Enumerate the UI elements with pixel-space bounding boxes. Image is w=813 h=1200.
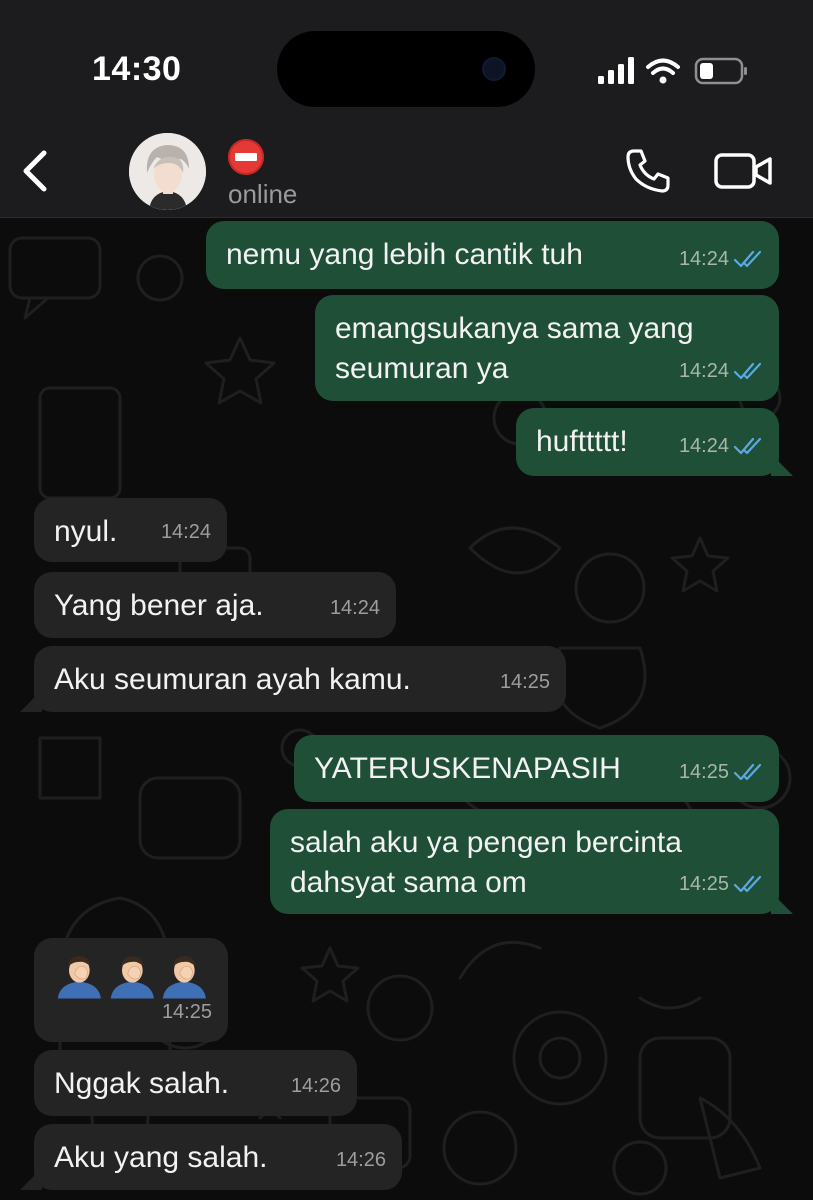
voice-call-button[interactable] bbox=[624, 147, 672, 195]
read-receipt-icon bbox=[733, 250, 762, 268]
chevron-left-icon bbox=[23, 150, 47, 192]
message-text: nyul. bbox=[54, 515, 118, 548]
outgoing-message-bubble[interactable]: emangsukanya sama yang seumuran ya 14:24 bbox=[315, 295, 779, 401]
message-meta: 14:24 bbox=[679, 426, 763, 466]
cellular-signal-icon bbox=[598, 57, 634, 84]
chat-screen: 14:30 online nemu yang lebih cantik tuh … bbox=[0, 0, 813, 1200]
message-text: salah aku ya pengen bercinta dahsyat sam… bbox=[290, 826, 682, 899]
message-meta: 14:25 bbox=[679, 864, 763, 904]
video-camera-icon bbox=[714, 153, 772, 189]
message-time: 14:24 bbox=[329, 597, 380, 619]
phone-icon bbox=[626, 149, 670, 193]
incoming-message-bubble[interactable]: Aku yang salah. 14:26 bbox=[34, 1124, 402, 1190]
read-receipt-icon bbox=[733, 763, 762, 781]
battery-icon bbox=[694, 57, 747, 85]
status-time: 14:30 bbox=[92, 50, 182, 88]
message-meta: 14:26 bbox=[291, 1066, 341, 1106]
outgoing-message-bubble[interactable]: nemu yang lebih cantik tuh 14:24 bbox=[206, 221, 779, 289]
message-time: 14:25 bbox=[499, 671, 550, 693]
message-meta: 14:24 bbox=[330, 588, 380, 628]
message-text: nemu yang lebih cantik tuh bbox=[226, 238, 583, 271]
message-meta: 14:24 bbox=[679, 239, 763, 279]
message-meta: 14:25 bbox=[162, 992, 212, 1032]
wifi-icon bbox=[646, 58, 680, 84]
message-meta: 14:26 bbox=[336, 1140, 386, 1180]
man-facepalming-emoji bbox=[110, 956, 154, 999]
message-time: 14:26 bbox=[335, 1149, 386, 1171]
video-call-button[interactable] bbox=[714, 150, 774, 192]
contact-status: online bbox=[228, 179, 298, 209]
back-button[interactable] bbox=[18, 147, 54, 195]
status-bar: 14:30 bbox=[0, 0, 813, 125]
incoming-message-bubble[interactable]: Aku seumuran ayah kamu. 14:25 bbox=[34, 646, 566, 712]
message-time: 14:24 bbox=[678, 360, 729, 382]
incoming-message-bubble[interactable]: Yang bener aja. 14:24 bbox=[34, 572, 396, 638]
message-meta: 14:25 bbox=[500, 662, 550, 702]
read-receipt-icon bbox=[733, 875, 762, 893]
message-time: 14:25 bbox=[161, 1001, 212, 1023]
message-time: 14:24 bbox=[160, 521, 211, 543]
status-icons bbox=[596, 54, 748, 93]
outgoing-message-bubble[interactable]: salah aku ya pengen bercinta dahsyat sam… bbox=[270, 809, 779, 914]
message-time: 14:25 bbox=[678, 761, 729, 783]
outgoing-message-bubble[interactable]: YATERUSKENAPASIH 14:25 bbox=[294, 735, 779, 802]
message-text: YATERUSKENAPASIH bbox=[314, 752, 621, 785]
man-facepalming-emoji bbox=[57, 956, 101, 999]
no-entry-emoji bbox=[228, 139, 264, 175]
read-receipt-icon bbox=[733, 362, 762, 380]
read-receipt-icon bbox=[733, 437, 762, 455]
chat-header: online bbox=[0, 125, 813, 218]
incoming-message-bubble[interactable]: 14:25 bbox=[34, 938, 228, 1042]
front-camera bbox=[482, 57, 506, 81]
incoming-message-bubble[interactable]: nyul. 14:24 bbox=[34, 498, 227, 562]
message-time: 14:26 bbox=[290, 1075, 341, 1097]
message-time: 14:24 bbox=[678, 248, 729, 270]
message-time: 14:24 bbox=[678, 435, 729, 457]
message-meta: 14:24 bbox=[161, 512, 211, 552]
message-text: Aku yang salah. bbox=[54, 1141, 268, 1174]
message-text: hufttttt! bbox=[536, 425, 628, 458]
message-meta: 14:25 bbox=[679, 752, 763, 792]
contact-avatar[interactable] bbox=[129, 133, 206, 210]
message-text: Yang bener aja. bbox=[54, 589, 264, 622]
message-text: Aku seumuran ayah kamu. bbox=[54, 663, 411, 696]
message-text: Nggak salah. bbox=[54, 1067, 230, 1100]
outgoing-message-bubble[interactable]: hufttttt! 14:24 bbox=[516, 408, 779, 476]
message-meta: 14:24 bbox=[679, 351, 763, 391]
message-time: 14:25 bbox=[678, 873, 729, 895]
message-text: emangsukanya sama yang seumuran ya bbox=[335, 312, 694, 385]
incoming-message-bubble[interactable]: Nggak salah. 14:26 bbox=[34, 1050, 357, 1116]
dynamic-island bbox=[277, 31, 535, 107]
